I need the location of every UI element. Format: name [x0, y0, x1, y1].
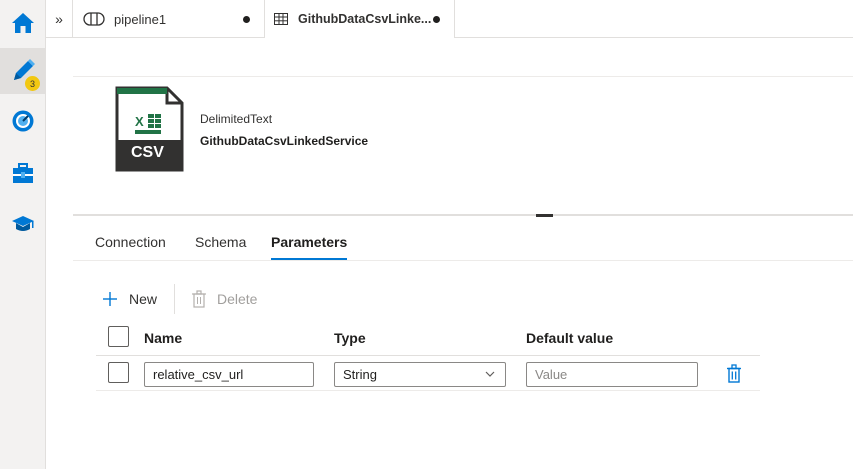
row-checkbox[interactable] [108, 362, 129, 383]
column-header-name: Name [144, 330, 183, 346]
tab-connection[interactable]: Connection [95, 234, 166, 250]
rail-author[interactable]: 3 [0, 48, 46, 94]
active-tab-indicator [271, 258, 347, 260]
trash-icon [727, 364, 741, 383]
column-header-default-value: Default value [526, 330, 614, 346]
graduation-cap-icon [12, 216, 34, 231]
toolbar-divider [174, 284, 175, 314]
delete-label: Delete [217, 291, 258, 307]
rail-home[interactable] [0, 0, 46, 46]
parameter-name-value: relative_csv_url [153, 367, 244, 382]
default-value-input[interactable]: Value [526, 362, 698, 387]
parameters-table-header: Name Type Default value [96, 319, 760, 356]
delete-parameter-button[interactable]: Delete [191, 286, 257, 312]
monitor-gauge-icon [12, 110, 34, 132]
tab-label: GithubDataCsvLinke... [298, 12, 432, 26]
unsaved-dot-icon [243, 15, 250, 23]
table-icon [274, 13, 288, 25]
dataset-header: X CSV DelimitedText GithubDataCsvLinkedS… [73, 76, 853, 217]
expand-panel-button[interactable]: » [46, 0, 73, 38]
delete-row-button[interactable] [726, 364, 744, 384]
new-parameter-button[interactable]: New [101, 286, 157, 312]
parameter-type-value: String [343, 367, 377, 382]
select-all-checkbox[interactable] [108, 326, 129, 347]
tab-dataset[interactable]: GithubDataCsvLinke... [265, 0, 455, 38]
svg-text:X: X [135, 114, 144, 129]
parameter-name-input[interactable]: relative_csv_url [144, 362, 314, 387]
table-row: relative_csv_url String Value [96, 357, 760, 391]
tab-parameters[interactable]: Parameters [271, 234, 347, 250]
parameter-type-dropdown[interactable]: String [334, 362, 506, 387]
dataset-subtabs: Connection Schema Parameters [73, 217, 853, 261]
tab-pipeline1[interactable]: pipeline1 [73, 0, 265, 38]
rail-manage[interactable] [0, 150, 46, 196]
dataset-name: GithubDataCsvLinkedService [200, 134, 369, 148]
chevron-down-icon [485, 371, 495, 377]
editor-tab-strip: » pipeline1 GithubDataCsvLinke... [46, 0, 853, 38]
dataset-type: DelimitedText [200, 112, 273, 126]
pending-changes-badge: 3 [25, 76, 40, 91]
default-value-placeholder: Value [535, 367, 568, 382]
pipeline-icon [83, 12, 105, 26]
new-label: New [129, 291, 158, 307]
rail-monitor[interactable] [0, 98, 46, 144]
rail-learning[interactable] [0, 201, 46, 247]
unsaved-dot-icon [433, 15, 440, 23]
tab-schema[interactable]: Schema [195, 234, 246, 250]
column-header-type: Type [334, 330, 366, 346]
trash-icon [192, 290, 206, 308]
toolbox-icon [13, 163, 33, 183]
tab-label: pipeline1 [114, 11, 167, 27]
file-type-label: CSV [131, 144, 164, 161]
left-nav-rail: 3 [0, 0, 46, 469]
home-icon [12, 13, 34, 33]
plus-icon [103, 292, 117, 306]
double-chevron-right-icon: » [55, 11, 63, 27]
